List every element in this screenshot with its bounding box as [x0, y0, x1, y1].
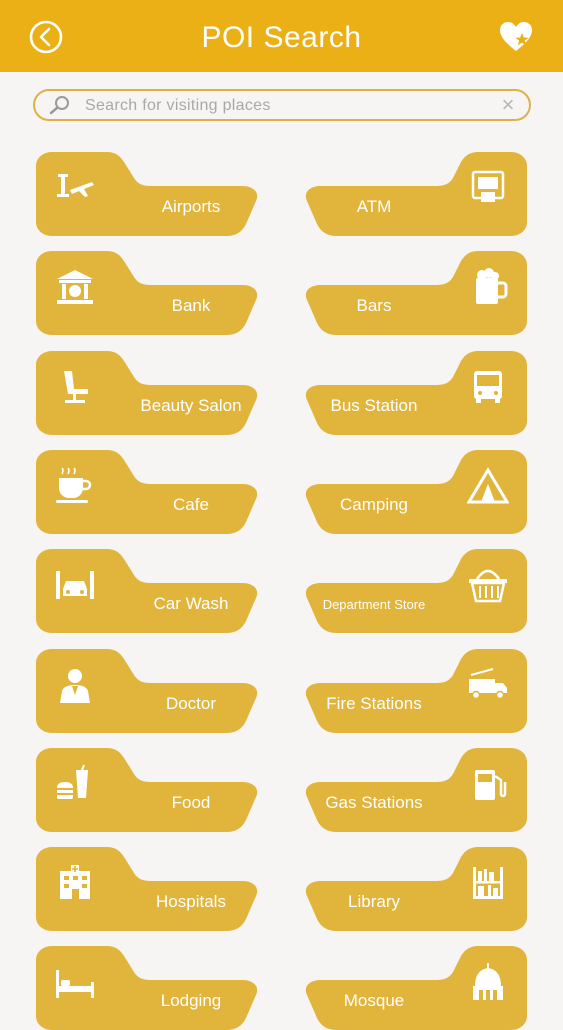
shopping-basket-icon: [469, 569, 507, 603]
category-tile-bus-station[interactable]: Bus Station: [303, 350, 529, 435]
page-title: POI Search: [201, 21, 362, 54]
category-label: Gas Stations: [325, 792, 423, 812]
category-label: Bank: [171, 296, 211, 316]
category-tile-cafe[interactable]: Cafe: [34, 449, 260, 534]
category-tile-doctor[interactable]: Doctor: [34, 648, 260, 733]
category-label: Fire Stations: [326, 693, 422, 713]
category-label: Hospitals: [156, 892, 226, 912]
bed-icon: [56, 970, 94, 999]
search-icon: [49, 96, 69, 115]
category-tile-gas-stations[interactable]: Gas Stations: [303, 747, 529, 832]
category-label: Beauty Salon: [140, 395, 242, 415]
app-header: POI Search: [0, 0, 563, 72]
category-label: Library: [348, 892, 400, 912]
search-bar: ×: [33, 89, 531, 121]
coffee-cup-icon: [56, 467, 92, 503]
category-label: ATM: [356, 197, 392, 216]
category-tile-library[interactable]: Library: [303, 847, 529, 932]
tent-icon: [467, 466, 509, 504]
category-tile-food[interactable]: Food: [34, 747, 260, 832]
category-tile-fire-stations[interactable]: Fire Stations: [303, 648, 529, 733]
fast-food-icon: [57, 764, 88, 799]
category-tile-bank[interactable]: Bank: [34, 251, 260, 336]
category-label: Bus Station: [330, 395, 418, 415]
favorites-heart-icon[interactable]: [498, 20, 534, 54]
bookshelf-icon: [473, 867, 503, 900]
doctor-icon: [60, 668, 90, 703]
category-label: Car Wash: [153, 594, 229, 614]
category-label: Doctor: [165, 693, 217, 713]
bus-icon: [474, 370, 502, 403]
atm-icon: [471, 170, 505, 202]
category-tile-beauty-salon[interactable]: Beauty Salon: [34, 350, 260, 435]
mosque-icon: [473, 963, 503, 1001]
category-tile-mosque[interactable]: Mosque: [303, 946, 529, 1030]
category-tile-lodging[interactable]: Lodging: [34, 946, 260, 1030]
category-tile-car-wash[interactable]: Car Wash: [34, 549, 260, 634]
airport-icon: [57, 174, 94, 197]
bank-icon: [57, 270, 93, 305]
category-label: Food: [171, 792, 211, 812]
category-tile-department-store[interactable]: Department Store: [303, 549, 529, 634]
hospital-building-icon: [60, 865, 90, 900]
category-label: Bars: [356, 296, 392, 316]
clear-search-icon[interactable]: ×: [497, 94, 519, 116]
category-tile-atm[interactable]: ATM: [303, 152, 529, 236]
car-wash-icon: [56, 571, 94, 600]
category-label: Cafe: [173, 494, 209, 514]
fuel-pump-icon: [475, 769, 507, 800]
category-label: Department Store: [322, 597, 426, 613]
search-input[interactable]: [83, 93, 487, 119]
category-tile-airports[interactable]: Airports: [34, 152, 260, 236]
fire-truck-icon: [469, 667, 507, 699]
category-label: Airports: [161, 197, 221, 216]
category-label: Mosque: [343, 991, 405, 1011]
category-label: Camping: [339, 494, 409, 514]
category-label: Lodging: [160, 991, 222, 1011]
salon-chair-icon: [64, 370, 88, 403]
category-tile-camping[interactable]: Camping: [303, 449, 529, 534]
beer-mug-icon: [476, 268, 508, 305]
category-tile-hospitals[interactable]: Hospitals: [34, 847, 260, 932]
category-tile-bars[interactable]: Bars: [303, 251, 529, 336]
